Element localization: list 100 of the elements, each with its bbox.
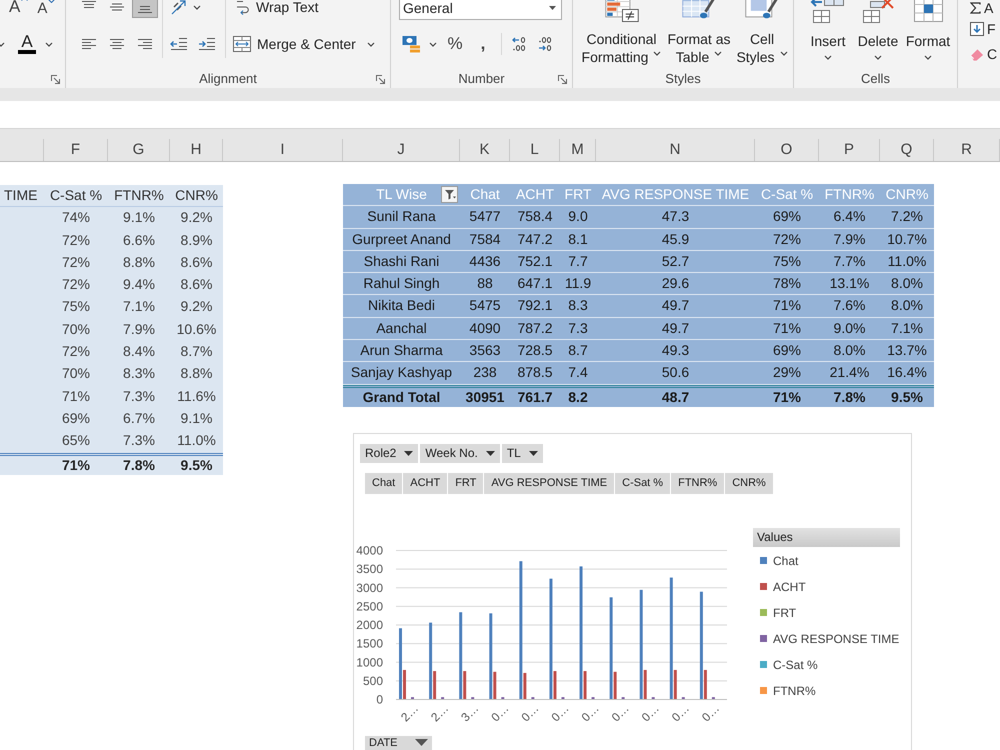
value-field-button[interactable]: C-Sat % — [615, 472, 670, 494]
table-cell[interactable]: Nikita Bedi — [343, 295, 460, 317]
column-header[interactable]: F — [44, 139, 108, 161]
value-field-button[interactable]: Chat — [365, 472, 402, 494]
axis-category-label: 0… — [608, 701, 632, 724]
table-cell-text: 11.0% — [886, 252, 928, 271]
table-cell-text: 758.4 — [516, 207, 554, 226]
format-button[interactable]: Format — [904, 0, 952, 66]
column-header[interactable]: K — [460, 139, 510, 161]
column-header[interactable]: H — [170, 139, 223, 161]
table-cell-text: 72% — [772, 230, 802, 249]
table-cell-text: 72% — [60, 275, 92, 294]
column-header[interactable]: P — [819, 139, 880, 161]
delete-button[interactable]: Delete — [854, 0, 902, 66]
column-header[interactable]: L — [510, 139, 560, 161]
table-cell-text: 78% — [772, 274, 802, 294]
group-label: Alignment — [199, 71, 257, 87]
table-cell-text: 11.6% — [176, 386, 217, 406]
table-cell-text: 9.2% — [180, 208, 214, 228]
table-cell-text: 8.6% — [180, 252, 214, 272]
decrease-indent-icon — [170, 37, 188, 51]
field-filter-button[interactable]: Week No. — [420, 444, 500, 463]
table-cell-text: 65% — [60, 431, 92, 450]
conditional-formatting-button[interactable]: Conditional Formatting — [581, 0, 662, 66]
table-cell-text: 16.4% — [886, 363, 928, 382]
table-cell-text: 71% — [772, 296, 802, 316]
column-header[interactable]: I — [223, 139, 343, 161]
axis-category-label: 2… — [398, 701, 422, 724]
table-cell-text: 29.6 — [660, 274, 690, 294]
grow-font-button[interactable]: A — [9, 0, 28, 18]
table-cell[interactable]: Sanjay Kashyap — [343, 362, 460, 384]
table-cell-text: 9.2% — [180, 297, 214, 316]
value-field-button[interactable]: FTNR% — [671, 472, 724, 494]
value-field-button[interactable]: AVG RESPONSE TIME — [484, 472, 614, 494]
value-field-button[interactable]: CNR% — [725, 472, 773, 494]
column-header[interactable]: N — [596, 139, 755, 161]
dialog-launcher-icon[interactable] — [51, 74, 60, 84]
table-cell-text: 7.2% — [890, 207, 924, 226]
caret-icon[interactable] — [0, 42, 5, 46]
table-cell-text: 47.3 — [660, 207, 690, 226]
fill-button[interactable]: F — [970, 21, 1000, 37]
axis-category-label: 2… — [428, 701, 452, 724]
legend-label: C-Sat % — [773, 658, 818, 672]
axis-category-label: 0… — [488, 701, 512, 724]
percent-style-button[interactable]: % — [444, 33, 466, 55]
column-header[interactable]: J — [343, 139, 460, 161]
field-filter-button[interactable]: TL — [502, 444, 543, 463]
banknote-coins-icon — [402, 35, 421, 53]
column-header[interactable]: Q — [880, 139, 934, 161]
axis-field-button[interactable]: DATE — [365, 736, 432, 750]
autosum-button[interactable]: A — [970, 0, 1000, 16]
total-cell-text: 71% — [772, 388, 802, 407]
table-cell-text: 7.6% — [832, 296, 866, 316]
column-header[interactable]: G — [108, 139, 170, 161]
comma-style-button[interactable]: , — [472, 33, 494, 55]
axis-category-label: 0… — [518, 701, 542, 724]
filter-button[interactable] — [441, 186, 458, 204]
table-cell-text: 72% — [60, 342, 92, 362]
dropdown-arrow-icon — [549, 6, 556, 10]
insert-button[interactable]: Insert — [804, 0, 852, 66]
column-header[interactable]: O — [755, 139, 819, 161]
table-cell-text: 71% — [60, 386, 92, 406]
table-cell-text: 8.6% — [180, 275, 214, 294]
dropdown-arrow-icon — [404, 450, 414, 456]
cell-styles-button[interactable]: Cell Styles — [736, 0, 788, 66]
table-cell-text: 88 — [476, 274, 494, 294]
table-cell[interactable]: Rahul Singh — [343, 273, 460, 294]
table-cell[interactable]: Aanchal — [343, 318, 460, 340]
table-cell[interactable]: Arun Sharma — [343, 340, 460, 362]
caret-icon[interactable] — [45, 42, 53, 46]
table-cell-text: 8.3% — [122, 364, 156, 384]
merge-center-button[interactable]: Merge & Center — [232, 33, 375, 55]
table-cell[interactable]: Sunil Rana — [343, 206, 460, 228]
number-format-dropdown[interactable]: General — [399, 0, 562, 20]
total-cell-text: 71% — [60, 456, 92, 475]
table-cell-text: 6.4% — [832, 207, 866, 226]
dropdown-arrow-icon — [486, 450, 495, 456]
wrap-text-button[interactable]: Wrap Text — [232, 0, 319, 18]
column-header[interactable]: R — [934, 139, 1000, 161]
caret-icon — [193, 4, 201, 10]
clear-button[interactable]: C — [970, 46, 1000, 62]
table-cell[interactable]: Shashi Rani — [343, 250, 460, 272]
field-filter-button[interactable]: Role2 — [360, 444, 418, 463]
table-cell-text: 7584 — [468, 230, 502, 249]
format-as-table-button[interactable]: Format as Table — [664, 0, 734, 66]
table-cell-text: 13.7% — [886, 341, 928, 360]
filter-icon — [444, 189, 456, 200]
dialog-launcher-icon[interactable] — [558, 74, 567, 84]
table-cell-text: 7.4 — [567, 363, 589, 382]
column-heading: C-Sat % — [760, 185, 814, 204]
dialog-launcher-icon[interactable] — [376, 74, 385, 84]
value-field-button[interactable]: FRT — [448, 472, 484, 494]
align-bottom-button[interactable] — [132, 0, 158, 18]
table-cell[interactable]: Gurpreet Anand — [343, 228, 460, 250]
value-field-button[interactable]: ACHT — [403, 472, 448, 494]
table-cell-text: 238 — [472, 363, 498, 382]
table-cell-text: 8.7 — [567, 341, 589, 360]
shrink-font-button[interactable]: A — [37, 0, 56, 18]
column-header[interactable]: M — [560, 139, 596, 161]
font-color-button[interactable]: A — [18, 33, 36, 55]
